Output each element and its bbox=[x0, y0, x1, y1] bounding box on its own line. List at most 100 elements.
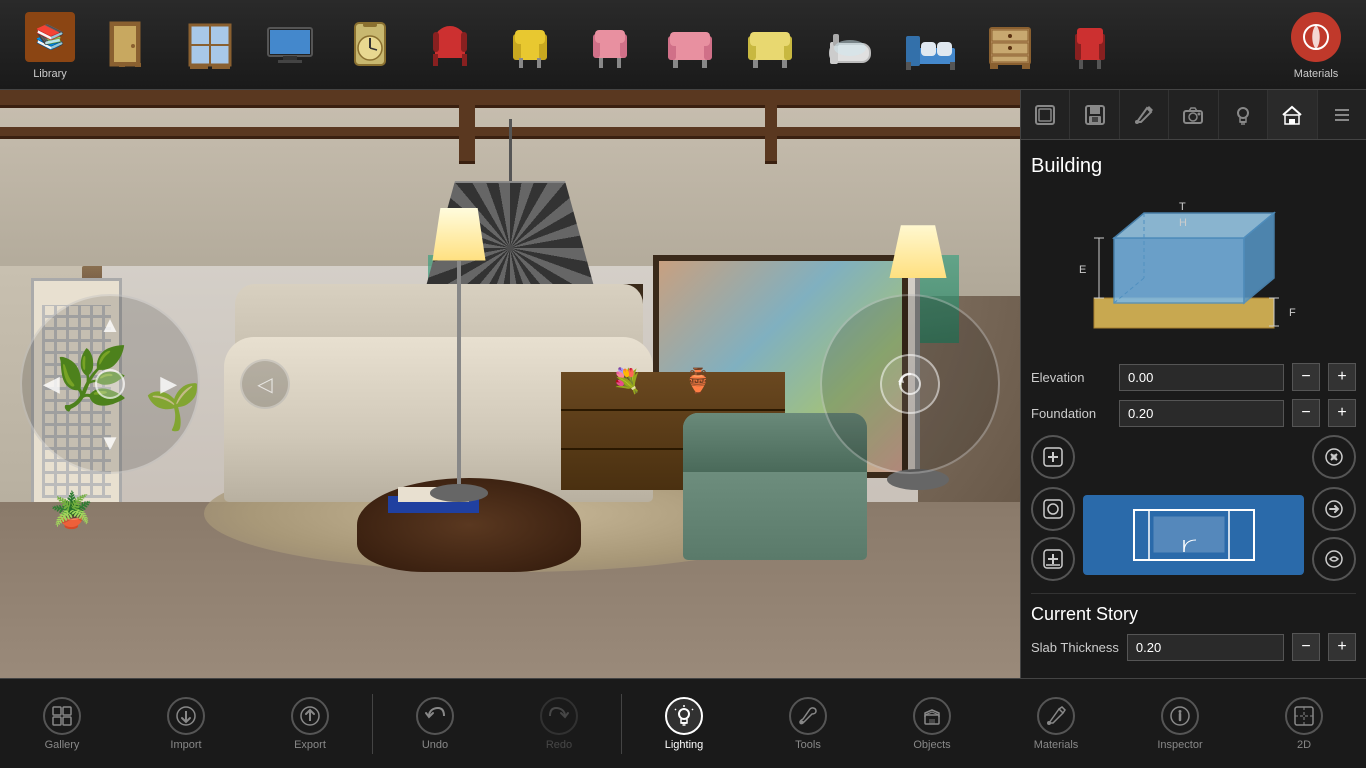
rotate-icon bbox=[895, 369, 925, 399]
nav-joystick-left[interactable]: ▲ ◀ ▶ ▼ bbox=[20, 294, 200, 474]
toolbar-bathtub[interactable] bbox=[810, 12, 890, 77]
bottom-btn-undo[interactable]: Undo bbox=[373, 679, 497, 768]
panel-toolbar bbox=[1021, 90, 1366, 140]
stamp-top-right-icon bbox=[1323, 446, 1345, 468]
gallery-label: Gallery bbox=[45, 739, 80, 751]
export-icon bbox=[291, 697, 329, 735]
undo-label: Undo bbox=[422, 739, 448, 751]
add-level-icon bbox=[1042, 548, 1064, 570]
move-room-icon bbox=[1042, 498, 1064, 520]
move-room-btn[interactable] bbox=[1031, 487, 1075, 531]
svg-text:T: T bbox=[1179, 201, 1186, 213]
inspector-icon bbox=[1161, 697, 1199, 735]
nav-pan-button[interactable]: ◁ bbox=[240, 359, 290, 409]
bottom-toolbar: Gallery Import Export bbox=[0, 678, 1366, 768]
elevation-row: Elevation − + bbox=[1031, 363, 1356, 391]
export-label: Export bbox=[294, 739, 326, 751]
beam-horizontal-1 bbox=[0, 90, 1020, 108]
toolbar-pink-chair[interactable] bbox=[570, 12, 650, 77]
panel-tool-select[interactable] bbox=[1021, 90, 1070, 139]
vase-white: 🏺 bbox=[683, 367, 713, 396]
bottom-btn-lighting[interactable]: Lighting bbox=[622, 679, 746, 768]
left-action-btns bbox=[1031, 487, 1075, 583]
materials-bottom-label: Materials bbox=[1034, 739, 1079, 751]
toolbar-pink-sofa[interactable] bbox=[650, 12, 730, 77]
stamp-button-top-right[interactable] bbox=[1312, 435, 1356, 479]
add-room-btn[interactable] bbox=[1031, 435, 1075, 479]
slab-thickness-label: Slab Thickness bbox=[1031, 640, 1119, 655]
nav-down[interactable]: ▼ bbox=[99, 430, 121, 456]
elevation-minus-btn[interactable]: − bbox=[1292, 363, 1320, 391]
bottom-btn-export[interactable]: Export bbox=[248, 679, 372, 768]
floor-plan-row bbox=[1031, 487, 1356, 583]
slab-thickness-minus-btn[interactable]: − bbox=[1292, 633, 1320, 661]
toolbar-library[interactable]: 📚 Library bbox=[10, 5, 90, 85]
toolbar-yellow-armchair[interactable] bbox=[490, 12, 570, 77]
panel-tool-light[interactable] bbox=[1219, 90, 1268, 139]
building-diagram: F E T H bbox=[1031, 193, 1356, 353]
room-scene[interactable]: 💐 🏺 🌿 🌱 🪴 ▲ ◀ ▶ ▼ bbox=[0, 90, 1020, 678]
toolbar-red-chair-2[interactable] bbox=[1050, 12, 1130, 77]
panel-tool-home[interactable] bbox=[1268, 90, 1317, 139]
main-viewport: 💐 🏺 🌿 🌱 🪴 ▲ ◀ ▶ ▼ bbox=[0, 90, 1020, 678]
nav-up[interactable]: ▲ bbox=[99, 312, 121, 338]
panel-tool-camera[interactable] bbox=[1169, 90, 1218, 139]
toolbar-window[interactable] bbox=[170, 12, 250, 77]
panel-tool-paint[interactable] bbox=[1120, 90, 1169, 139]
bottom-btn-objects[interactable]: Objects bbox=[870, 679, 994, 768]
slab-thickness-plus-btn[interactable]: + bbox=[1328, 633, 1356, 661]
nav-rotate-btn[interactable] bbox=[880, 354, 940, 414]
toolbar-door[interactable] bbox=[90, 12, 170, 77]
nav-left-arrow[interactable]: ◀ bbox=[43, 371, 60, 397]
foundation-label: Foundation bbox=[1031, 406, 1111, 421]
lighting-icon bbox=[665, 697, 703, 735]
bottom-btn-gallery[interactable]: Gallery bbox=[0, 679, 124, 768]
tools-label: Tools bbox=[795, 739, 821, 751]
gallery-icon bbox=[43, 697, 81, 735]
toolbar-materials[interactable]: Materials bbox=[1276, 5, 1356, 85]
top-toolbar: 📚 Library bbox=[0, 0, 1366, 90]
toolbar-yellow-sofa[interactable] bbox=[730, 12, 810, 77]
bottom-btn-redo[interactable]: Redo bbox=[497, 679, 621, 768]
stamp-right-btn[interactable] bbox=[1312, 487, 1356, 531]
foundation-minus-btn[interactable]: − bbox=[1292, 399, 1320, 427]
foundation-input[interactable] bbox=[1119, 400, 1284, 427]
nav-joystick-right[interactable] bbox=[820, 294, 1000, 474]
panel-tool-list[interactable] bbox=[1318, 90, 1366, 139]
list-icon bbox=[1331, 104, 1353, 126]
bottom-btn-2d[interactable]: 2D bbox=[1242, 679, 1366, 768]
toolbar-bed[interactable] bbox=[890, 12, 970, 77]
2d-label: 2D bbox=[1297, 739, 1311, 751]
toolbar-monitor[interactable] bbox=[250, 12, 330, 77]
library-label: Library bbox=[33, 68, 67, 80]
panel-tool-save[interactable] bbox=[1070, 90, 1119, 139]
toolbar-dresser[interactable] bbox=[970, 12, 1050, 77]
nav-right-arrow[interactable]: ▶ bbox=[160, 371, 177, 397]
panel-content: Building F E bbox=[1021, 140, 1366, 678]
undo-icon bbox=[416, 697, 454, 735]
floor-lamp-left bbox=[439, 208, 480, 502]
light-icon bbox=[1232, 104, 1254, 126]
slab-thickness-input[interactable] bbox=[1127, 634, 1284, 661]
svg-text:F: F bbox=[1289, 307, 1296, 319]
toolbar-red-chair[interactable] bbox=[410, 12, 490, 77]
bottom-btn-import[interactable]: Import bbox=[124, 679, 248, 768]
current-story-title: Current Story bbox=[1031, 604, 1356, 625]
add-level-btn[interactable] bbox=[1031, 537, 1075, 581]
elevation-input[interactable] bbox=[1119, 364, 1284, 391]
nav-center-dot[interactable] bbox=[95, 369, 125, 399]
toolbar-clock[interactable] bbox=[330, 12, 410, 77]
bottom-btn-inspector[interactable]: Inspector bbox=[1118, 679, 1242, 768]
foundation-plus-btn[interactable]: + bbox=[1328, 399, 1356, 427]
bottom-btn-materials[interactable]: Materials bbox=[994, 679, 1118, 768]
stamp-right-icon bbox=[1323, 498, 1345, 520]
save-icon bbox=[1084, 104, 1106, 126]
bottom-btn-tools[interactable]: Tools bbox=[746, 679, 870, 768]
import-icon bbox=[167, 697, 205, 735]
delete-btn[interactable] bbox=[1312, 537, 1356, 581]
camera-icon bbox=[1182, 104, 1204, 126]
inspector-label: Inspector bbox=[1157, 739, 1202, 751]
elevation-plus-btn[interactable]: + bbox=[1328, 363, 1356, 391]
action-buttons-row-1 bbox=[1031, 435, 1356, 479]
materials-icon bbox=[1291, 12, 1341, 62]
